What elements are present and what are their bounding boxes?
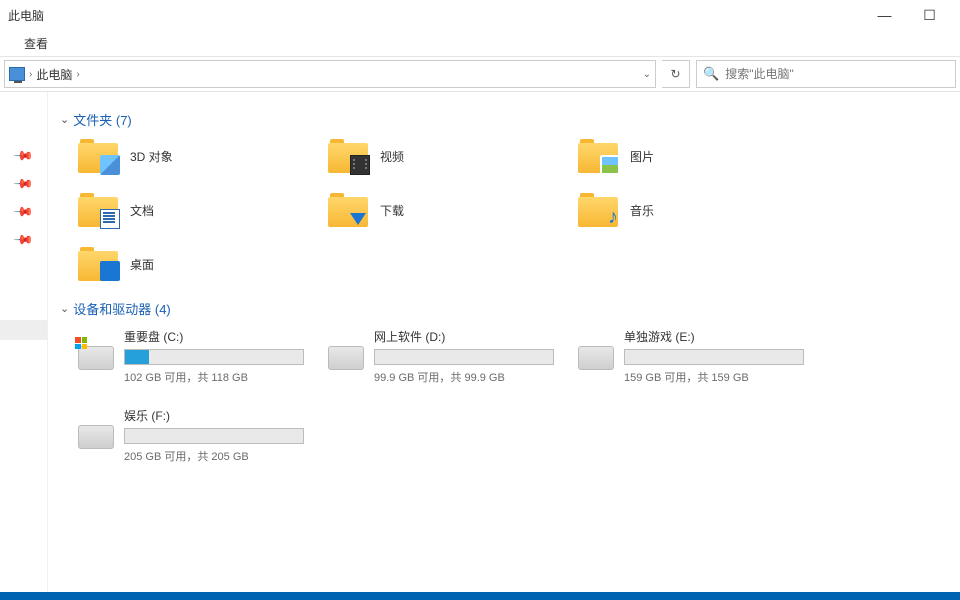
folder-label: 桌面 xyxy=(130,256,154,273)
music-icon xyxy=(604,207,618,227)
folders-grid: 3D 对象 视频 图片 文档 下载 音乐 桌面 xyxy=(78,139,948,281)
section-label: 文件夹 (7) xyxy=(73,110,132,129)
doc-icon xyxy=(100,209,120,229)
search-box[interactable]: 🔍 xyxy=(696,60,956,88)
folder-icon xyxy=(578,139,618,173)
folder-item[interactable]: 视频 xyxy=(328,139,578,173)
drive-stats: 205 GB 可用，共 205 GB xyxy=(124,448,328,464)
folder-icon xyxy=(78,139,118,173)
folder-item[interactable]: 音乐 xyxy=(578,193,828,227)
drives-grid: 重要盘 (C:) 102 GB 可用，共 118 GB 网上软件 (D:) 99… xyxy=(78,328,948,464)
drive-item[interactable]: 网上软件 (D:) 99.9 GB 可用，共 99.9 GB xyxy=(328,328,578,385)
search-input[interactable] xyxy=(725,67,949,81)
drive-usage-bar xyxy=(624,349,804,365)
folder-label: 文档 xyxy=(130,202,154,219)
folder-label: 音乐 xyxy=(630,202,654,219)
drive-stats: 159 GB 可用，共 159 GB xyxy=(624,369,828,385)
nav-selection xyxy=(0,320,47,340)
folder-label: 视频 xyxy=(380,148,404,165)
drive-usage-bar xyxy=(124,349,304,365)
folder-item[interactable]: 下载 xyxy=(328,193,578,227)
section-header-drives[interactable]: ⌄ 设备和驱动器 (4) xyxy=(60,299,948,318)
drive-info: 重要盘 (C:) 102 GB 可用，共 118 GB xyxy=(124,328,328,385)
folder-item[interactable]: 桌面 xyxy=(78,247,328,281)
address-bar: › 此电脑 › ⌄ ↻ 🔍 xyxy=(0,56,960,92)
drive-stats: 99.9 GB 可用，共 99.9 GB xyxy=(374,369,578,385)
chevron-down-icon[interactable]: ⌄ xyxy=(643,69,651,80)
drive-item[interactable]: 娱乐 (F:) 205 GB 可用，共 205 GB xyxy=(78,407,328,464)
folder-icon xyxy=(328,193,368,227)
folder-icon xyxy=(578,193,618,227)
drive-name: 网上软件 (D:) xyxy=(374,328,578,345)
folder-label: 图片 xyxy=(630,148,654,165)
drive-usage-bar xyxy=(374,349,554,365)
pin-icon[interactable]: 📌 xyxy=(12,229,35,252)
drive-info: 娱乐 (F:) 205 GB 可用，共 205 GB xyxy=(124,407,328,464)
chevron-down-icon: ⌄ xyxy=(60,113,69,126)
drive-icon xyxy=(78,346,114,370)
windows-icon xyxy=(75,337,87,349)
section-label: 设备和驱动器 (4) xyxy=(73,299,171,318)
pin-icon[interactable]: 📌 xyxy=(12,145,35,168)
video-icon xyxy=(350,155,370,175)
window-title: 此电脑 xyxy=(8,7,44,24)
pin-icon[interactable]: 📌 xyxy=(12,201,35,224)
drive-item[interactable]: 重要盘 (C:) 102 GB 可用，共 118 GB xyxy=(78,328,328,385)
folder-item[interactable]: 图片 xyxy=(578,139,828,173)
drive-icon xyxy=(578,346,614,370)
folder-item[interactable]: 3D 对象 xyxy=(78,139,328,173)
pc-icon xyxy=(9,67,25,81)
drive-name: 娱乐 (F:) xyxy=(124,407,328,424)
pin-icon[interactable]: 📌 xyxy=(12,173,35,196)
folder-item[interactable]: 文档 xyxy=(78,193,328,227)
drive-info: 单独游戏 (E:) 159 GB 可用，共 159 GB xyxy=(624,328,828,385)
chevron-right-icon: › xyxy=(76,69,79,80)
nav-pane: 📌 📌 📌 📌 xyxy=(0,92,48,592)
menubar: 查看 xyxy=(0,30,960,56)
breadcrumb-root[interactable]: 此电脑 xyxy=(36,66,72,83)
search-icon: 🔍 xyxy=(703,66,719,82)
minimize-button[interactable]: — xyxy=(862,0,907,30)
chevron-down-icon: ⌄ xyxy=(60,302,69,315)
maximize-button[interactable]: ☐ xyxy=(907,0,952,30)
drive-icon xyxy=(78,425,114,449)
desk-icon xyxy=(100,261,120,281)
pic-icon xyxy=(600,155,620,175)
chevron-right-icon: › xyxy=(29,69,32,80)
drive-name: 重要盘 (C:) xyxy=(124,328,328,345)
taskbar[interactable] xyxy=(0,592,960,600)
drive-info: 网上软件 (D:) 99.9 GB 可用，共 99.9 GB xyxy=(374,328,578,385)
folder-label: 下载 xyxy=(380,202,404,219)
folder-icon xyxy=(78,193,118,227)
content-area: ⌄ 文件夹 (7) 3D 对象 视频 图片 文档 下载 xyxy=(48,92,960,592)
drive-icon xyxy=(328,346,364,370)
dl-icon xyxy=(350,213,366,225)
3d-icon xyxy=(100,155,120,175)
folder-icon xyxy=(328,139,368,173)
drive-stats: 102 GB 可用，共 118 GB xyxy=(124,369,328,385)
window-controls: — ☐ xyxy=(862,0,952,30)
drive-usage-bar xyxy=(124,428,304,444)
folder-icon xyxy=(78,247,118,281)
drive-name: 单独游戏 (E:) xyxy=(624,328,828,345)
drive-item[interactable]: 单独游戏 (E:) 159 GB 可用，共 159 GB xyxy=(578,328,828,385)
breadcrumb[interactable]: › 此电脑 › ⌄ xyxy=(4,60,656,88)
menu-view[interactable]: 查看 xyxy=(24,35,48,52)
refresh-button[interactable]: ↻ xyxy=(662,60,690,88)
titlebar: 此电脑 — ☐ xyxy=(0,0,960,30)
section-header-folders[interactable]: ⌄ 文件夹 (7) xyxy=(60,110,948,129)
folder-label: 3D 对象 xyxy=(130,148,173,165)
